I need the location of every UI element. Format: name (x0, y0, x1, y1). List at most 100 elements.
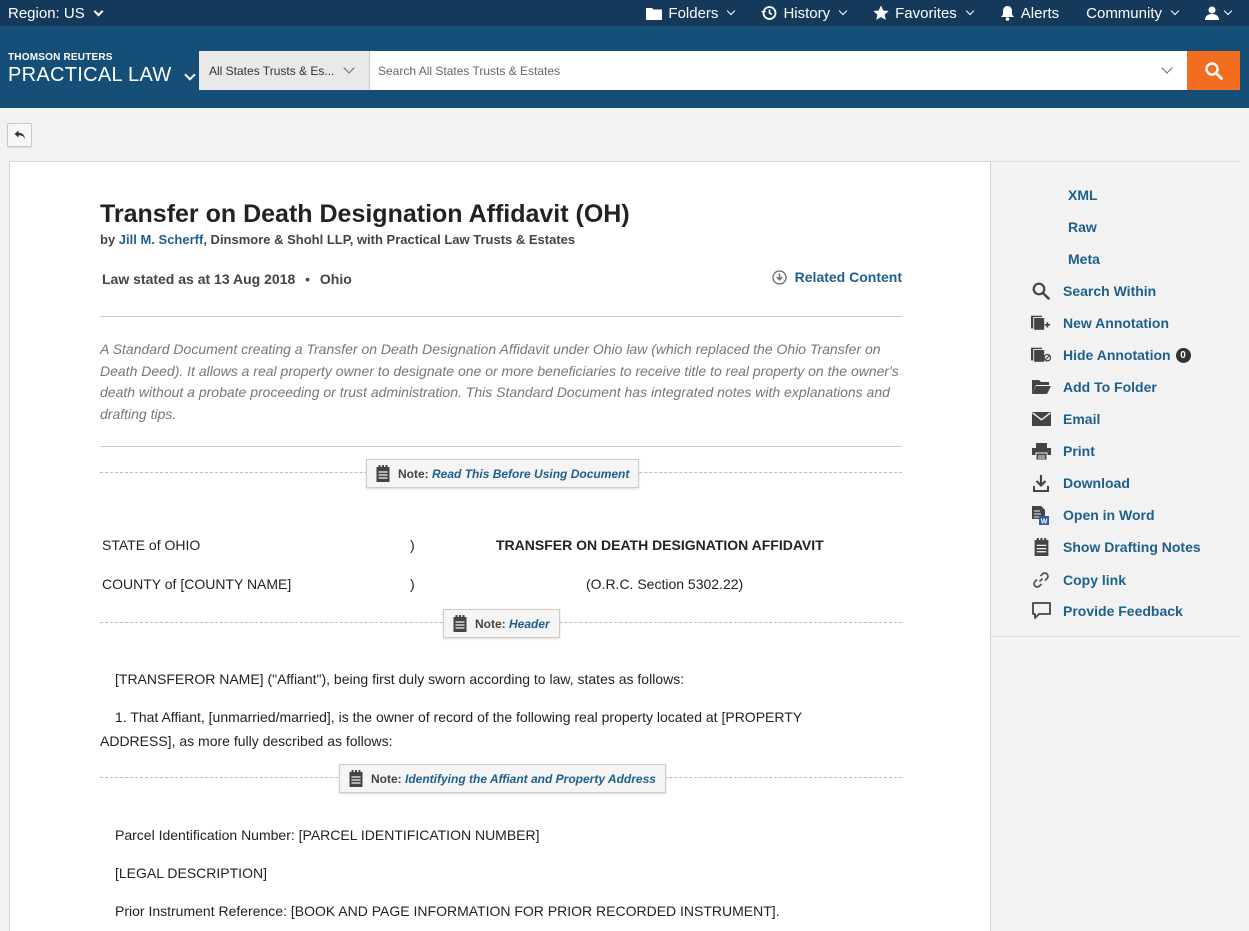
chevron-down-icon (93, 6, 104, 17)
chevron-down-icon (1170, 6, 1180, 16)
jurisdiction: Ohio (319, 271, 352, 287)
notepad-icon (1034, 538, 1048, 556)
tool-hide-annotation[interactable]: Hide Annotation 0 (991, 343, 1241, 367)
nav-favorites[interactable]: Favorites (873, 4, 975, 22)
chevron-down-icon (183, 68, 196, 81)
search-scope-select[interactable]: All States Trusts & Es... (199, 51, 370, 90)
document-tools-sidebar: XML Raw Meta Search Within New Annotatio… (991, 161, 1241, 637)
note-link[interactable]: Identifying the Affiant and Property Add… (405, 772, 656, 786)
nav-favorites-label: Favorites (895, 4, 957, 22)
nav-history-label: History (783, 4, 831, 22)
paragraph-1-line-2: ADDRESS], as more fully described as fol… (100, 733, 393, 749)
tool-add-to-folder-label: Add To Folder (1063, 379, 1157, 395)
caption-state: STATE of OHIO (102, 537, 201, 553)
region-label: Region: US (8, 5, 85, 22)
hide-annotation-icon (1031, 347, 1051, 363)
notepad-icon (376, 465, 390, 482)
nav-community-label: Community (1086, 4, 1162, 22)
bell-icon (1000, 6, 1014, 21)
tool-meta-label: Meta (1068, 251, 1100, 267)
note-identifying-affiant[interactable]: Note: Identifying the Affiant and Proper… (339, 764, 666, 793)
new-annotation-icon (1031, 315, 1051, 331)
related-content-label: Related Content (794, 269, 902, 285)
search-button[interactable] (1187, 51, 1240, 90)
tool-add-to-folder[interactable]: Add To Folder (991, 375, 1241, 399)
note-label: Note: (371, 771, 402, 786)
tool-hide-annotation-label: Hide Annotation (1063, 347, 1171, 363)
tool-raw-label: Raw (1068, 219, 1097, 235)
byline: by Jill M. Scherff, Dinsmore & Shohl LLP… (100, 232, 575, 247)
user-icon (1205, 6, 1219, 20)
search-input[interactable]: Search All States Trusts & Estates (370, 51, 1187, 90)
note-read-this-first[interactable]: Note: Read This Before Using Document (366, 459, 640, 488)
tool-xml[interactable]: XML (991, 183, 1241, 207)
region-selector[interactable]: Region: US (8, 5, 104, 22)
legal-description-line: [LEGAL DESCRIPTION] (115, 865, 267, 881)
tool-copy-link[interactable]: Copy link (991, 568, 1241, 592)
tool-new-annotation[interactable]: New Annotation (991, 311, 1241, 335)
chevron-down-icon (343, 62, 355, 74)
note-label: Note: (475, 616, 506, 631)
author-link[interactable]: Jill M. Scherff (119, 232, 204, 247)
star-icon (873, 5, 889, 20)
note-link[interactable]: Header (509, 617, 550, 631)
related-content-link[interactable]: Related Content (772, 269, 902, 285)
page-title: Transfer on Death Designation Affidavit … (100, 200, 630, 228)
caption-county: COUNTY of [COUNTY NAME] (102, 576, 292, 592)
tool-print-label: Print (1063, 443, 1095, 459)
nav-community[interactable]: Community (1086, 4, 1180, 22)
word-icon: W (1032, 505, 1049, 525)
paragraph-intro: [TRANSFEROR NAME] ("Affiant"), being fir… (115, 671, 685, 687)
user-menu[interactable] (1205, 6, 1233, 20)
tool-show-drafting-notes-label: Show Drafting Notes (1063, 539, 1201, 555)
print-icon (1031, 442, 1051, 460)
history-icon (761, 6, 777, 20)
right-gutter (1241, 108, 1249, 931)
email-icon (1031, 412, 1051, 426)
back-button[interactable] (7, 123, 32, 147)
nav-folders[interactable]: Folders (646, 5, 736, 22)
tool-print[interactable]: Print (991, 439, 1241, 463)
annotation-count-badge: 0 (1175, 347, 1191, 363)
note-label: Note: (398, 466, 429, 481)
link-icon (1033, 572, 1049, 588)
brand-logo[interactable]: THOMSON REUTERS PRACTICAL LAW (8, 52, 196, 87)
nav-alerts[interactable]: Alerts (1000, 5, 1059, 22)
download-icon (1033, 474, 1049, 492)
tool-show-drafting-notes[interactable]: Show Drafting Notes (991, 535, 1241, 559)
parcel-id-line: Parcel Identification Number: [PARCEL ID… (115, 827, 540, 843)
note-link[interactable]: Read This Before Using Document (432, 467, 629, 481)
folder-icon (646, 7, 663, 20)
caption-section: (O.R.C. Section 5302.22) (586, 576, 744, 592)
tool-search-within[interactable]: Search Within (991, 279, 1241, 303)
search-scope-value: All States Trusts & Es... (209, 63, 335, 78)
tool-new-annotation-label: New Annotation (1063, 315, 1170, 331)
note-header[interactable]: Note: Header (443, 609, 560, 638)
tool-email[interactable]: Email (991, 407, 1241, 431)
document-panel: Transfer on Death Designation Affidavit … (9, 161, 991, 931)
caption-paren: ) (410, 537, 415, 553)
nav-alerts-label: Alerts (1020, 4, 1060, 22)
tool-search-within-label: Search Within (1063, 283, 1157, 299)
svg-text:W: W (1041, 518, 1048, 525)
top-navigation-bar: Region: US Folders History Favorites Ale… (0, 0, 1249, 26)
top-nav-menu: Folders History Favorites Alerts Communi… (646, 0, 1249, 26)
paragraph-1-line-1: 1. That Affiant, [unmarried/married], is… (115, 709, 803, 725)
tool-provide-feedback[interactable]: Provide Feedback (991, 599, 1241, 623)
notepad-icon (453, 615, 467, 632)
tool-raw[interactable]: Raw (991, 215, 1241, 239)
divider (100, 446, 902, 447)
tool-open-in-word[interactable]: W Open in Word (991, 503, 1241, 527)
back-arrow-icon (14, 130, 25, 139)
prior-instrument-line: Prior Instrument Reference: [BOOK AND PA… (115, 903, 780, 919)
feedback-icon (1031, 602, 1051, 619)
chevron-down-icon[interactable] (1161, 62, 1173, 74)
tool-meta[interactable]: Meta (991, 247, 1241, 271)
divider (100, 316, 902, 317)
notepad-icon (349, 770, 363, 787)
site-header: THOMSON REUTERS PRACTICAL LAW All States… (0, 26, 1249, 108)
separator-dot: • (305, 271, 311, 287)
tool-download-label: Download (1063, 475, 1130, 491)
tool-download[interactable]: Download (991, 471, 1241, 495)
nav-history[interactable]: History (761, 4, 848, 22)
